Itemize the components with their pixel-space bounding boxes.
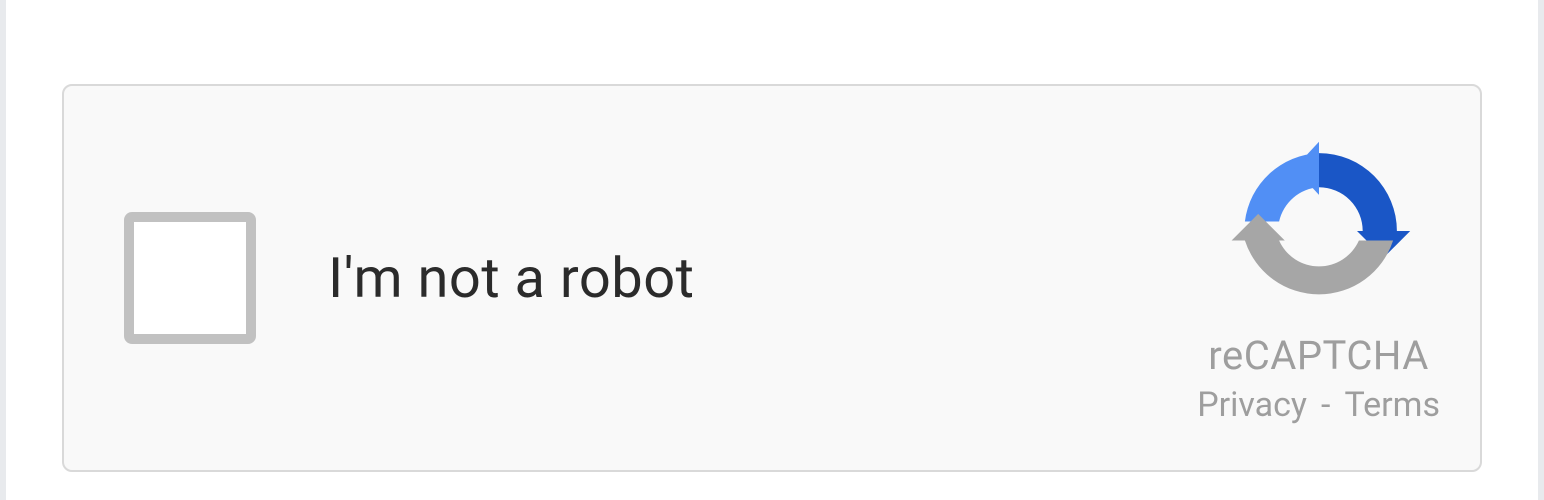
- recaptcha-brand-cluster: reCAPTCHA Privacy - Terms: [1197, 136, 1440, 425]
- not-a-robot-label: I'm not a robot: [328, 245, 694, 311]
- recaptcha-logo-icon: [1219, 136, 1419, 326]
- checkbox-cluster: I'm not a robot: [124, 212, 694, 344]
- terms-link[interactable]: Terms: [1344, 385, 1440, 425]
- privacy-link[interactable]: Privacy: [1197, 385, 1307, 425]
- recaptcha-brand-name: reCAPTCHA: [1208, 332, 1429, 379]
- page-root: I'm not a robot reCAPTCHA Privacy: [0, 0, 1544, 500]
- recaptcha-legal-row: Privacy - Terms: [1197, 385, 1440, 425]
- not-a-robot-checkbox[interactable]: [124, 212, 256, 344]
- recaptcha-widget: I'm not a robot reCAPTCHA Privacy: [62, 84, 1482, 472]
- legal-separator: -: [1321, 385, 1330, 425]
